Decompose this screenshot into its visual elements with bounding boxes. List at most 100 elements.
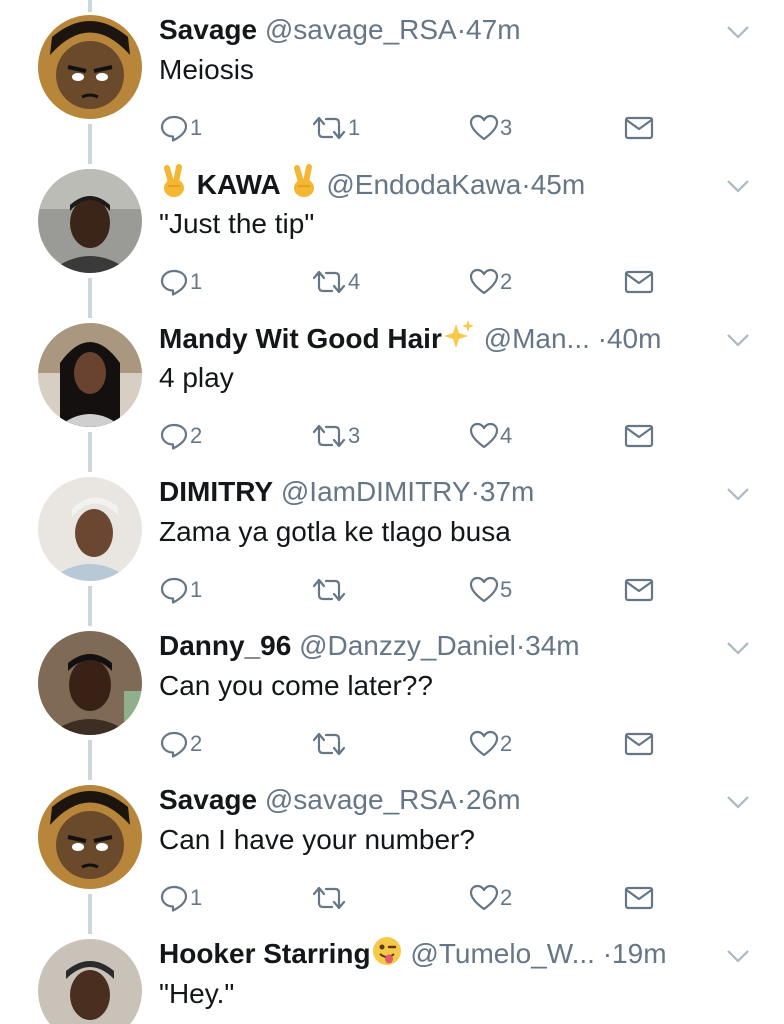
reply-count: 1 (190, 115, 202, 141)
reply-button[interactable]: 2 (159, 726, 202, 762)
tweet[interactable]: Danny_96 @Danzzy_Daniel·34m Can you come… (0, 616, 784, 770)
retweet-icon (311, 729, 347, 759)
tweet-text: Can I have your number? (159, 820, 475, 860)
user-handle[interactable]: @Tumelo_W... (410, 938, 595, 969)
tweet-actions: 1 2 (159, 880, 679, 916)
tweet-header: Savage @savage_RSA·26m (159, 780, 714, 820)
reply-icon (159, 729, 189, 759)
like-button[interactable]: 2 (469, 264, 512, 300)
display-name[interactable]: KAWA (197, 169, 281, 200)
display-name[interactable]: Savage (159, 14, 257, 45)
tweet[interactable]: DIMITRY @IamDIMITRY·37m Zama ya gotla ke… (0, 462, 784, 616)
reply-button[interactable]: 1 (159, 110, 202, 146)
like-icon (469, 113, 499, 143)
user-handle[interactable]: @Danzzy_Daniel (299, 630, 516, 661)
direct-message-button[interactable] (623, 418, 655, 454)
tweet-actions: 2 3 4 (159, 418, 679, 454)
display-name[interactable]: Mandy Wit Good Hair (159, 323, 442, 354)
timestamp[interactable]: 34m (525, 630, 579, 661)
timestamp[interactable]: 19m (612, 938, 666, 969)
like-count: 2 (500, 731, 512, 757)
reply-button[interactable]: 1 (159, 264, 202, 300)
separator-dot: · (598, 323, 607, 354)
reply-button[interactable]: 2 (159, 418, 202, 454)
timestamp[interactable]: 40m (607, 323, 661, 354)
reply-count: 1 (190, 577, 202, 603)
user-handle[interactable]: @IamDIMITRY (281, 476, 471, 507)
like-button[interactable]: 5 (469, 572, 512, 608)
separator-dot: · (521, 169, 530, 200)
tweet-text: Meiosis (159, 50, 254, 90)
retweet-button[interactable] (311, 880, 348, 916)
tweet-header: DIMITRY @IamDIMITRY·37m (159, 472, 714, 512)
retweet-icon (311, 883, 347, 913)
avatar[interactable] (38, 939, 142, 1024)
chevron-down-icon[interactable] (726, 486, 750, 502)
direct-message-button[interactable] (623, 880, 655, 916)
user-handle[interactable]: @savage_RSA (265, 14, 457, 45)
chevron-down-icon[interactable] (726, 332, 750, 348)
reply-button[interactable]: 1 (159, 880, 202, 916)
display-name[interactable]: Savage (159, 784, 257, 815)
retweet-button[interactable] (311, 572, 348, 608)
separator-dot: · (457, 784, 466, 815)
direct-message-button[interactable] (623, 110, 655, 146)
tweet[interactable]: Savage @savage_RSA·26m Can I have your n… (0, 770, 784, 924)
chevron-down-icon[interactable] (726, 178, 750, 194)
retweet-button[interactable]: 4 (311, 264, 360, 300)
separator-dot: · (516, 630, 525, 661)
display-name[interactable]: Hooker Starring (159, 938, 371, 969)
like-count: 5 (500, 577, 512, 603)
avatar[interactable] (38, 169, 142, 273)
tweet-header: Danny_96 @Danzzy_Daniel·34m (159, 626, 714, 666)
direct-message-button[interactable] (623, 264, 655, 300)
reply-icon (159, 113, 189, 143)
retweet-button[interactable] (311, 726, 348, 762)
retweet-count: 3 (348, 423, 360, 449)
like-button[interactable]: 4 (469, 418, 512, 454)
retweet-count: 1 (348, 115, 360, 141)
retweet-button[interactable]: 1 (311, 110, 360, 146)
avatar[interactable] (38, 785, 142, 889)
tweet[interactable]: KAWA @EndodaKawa·45m "Just the tip" 1 4 … (0, 154, 784, 308)
like-count: 3 (500, 115, 512, 141)
like-icon (469, 883, 499, 913)
like-icon (469, 575, 499, 605)
display-name[interactable]: Danny_96 (159, 630, 291, 661)
like-button[interactable]: 3 (469, 110, 512, 146)
timestamp[interactable]: 26m (466, 784, 520, 815)
tweet-header: Mandy Wit Good Hair @Man... ·40m (159, 318, 714, 358)
avatar[interactable] (38, 15, 142, 119)
avatar[interactable] (38, 323, 142, 427)
retweet-icon (311, 575, 347, 605)
like-button[interactable]: 2 (469, 726, 512, 762)
tweet[interactable]: Savage @savage_RSA·47m Meiosis 1 1 3 (0, 0, 784, 154)
chevron-down-icon[interactable] (726, 948, 750, 964)
tweet-text: "Just the tip" (159, 204, 314, 244)
tweet-actions: 2 2 (159, 726, 679, 762)
like-button[interactable]: 2 (469, 880, 512, 916)
chevron-down-icon[interactable] (726, 794, 750, 810)
timestamp[interactable]: 45m (531, 169, 585, 200)
timestamp[interactable]: 37m (480, 476, 534, 507)
direct-message-button[interactable] (623, 726, 655, 762)
tweet-text: Can you come later?? (159, 666, 433, 706)
chevron-down-icon[interactable] (726, 24, 750, 40)
user-handle[interactable]: @Man... (484, 323, 590, 354)
timestamp[interactable]: 47m (466, 14, 520, 45)
avatar[interactable] (38, 631, 142, 735)
tweet[interactable]: Mandy Wit Good Hair @Man... ·40m 4 play … (0, 308, 784, 462)
direct-message-button[interactable] (623, 572, 655, 608)
chevron-down-icon[interactable] (726, 640, 750, 656)
display-name[interactable]: DIMITRY (159, 476, 273, 507)
tweet[interactable]: Hooker Starring @Tumelo_W... ·19m "Hey." (0, 924, 784, 1024)
user-handle[interactable]: @savage_RSA (265, 784, 457, 815)
reply-button[interactable]: 1 (159, 572, 202, 608)
tweet-header: KAWA @EndodaKawa·45m (159, 164, 714, 204)
reply-icon (159, 883, 189, 913)
avatar[interactable] (38, 477, 142, 581)
separator-dot: · (603, 938, 612, 969)
tweet-header: Savage @savage_RSA·47m (159, 10, 714, 50)
retweet-button[interactable]: 3 (311, 418, 360, 454)
user-handle[interactable]: @EndodaKawa (326, 169, 521, 200)
